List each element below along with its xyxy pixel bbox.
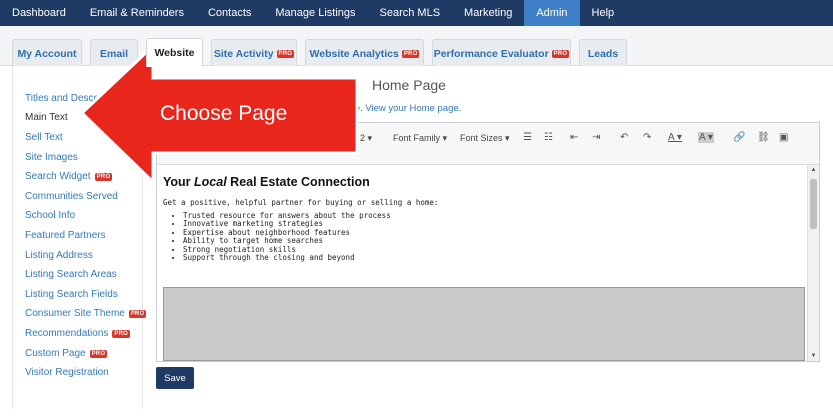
nav-admin[interactable]: Admin: [524, 0, 580, 26]
tab-label: Website: [154, 47, 195, 59]
unlink-icon[interactable]: ⛓: [757, 132, 770, 143]
sidebar-item-school-info[interactable]: School Info: [25, 210, 75, 221]
sidebar-item-custom-page[interactable]: Custom Page PRO: [25, 348, 108, 359]
sidebar-item-label: Recommendations: [25, 328, 109, 339]
list-item: Support through the closing and beyond: [183, 253, 391, 262]
sidebar-item-search-widget[interactable]: Search Widget PRO: [25, 171, 113, 182]
sidebar-item-label: Site Images: [25, 152, 78, 163]
sidebar-item-titles[interactable]: Titles and Descr: [25, 93, 97, 104]
content-intro: Get a positive, helpful partner for buyi…: [163, 198, 439, 207]
sidebar-item-label: Listing Search Areas: [25, 269, 117, 280]
tab-site-activity[interactable]: Site Activity PRO: [211, 39, 297, 67]
content-bullet-list: Trusted resource for answers about the p…: [177, 211, 391, 262]
sidebar: Titles and Descr Main Text Sell Text Sit…: [13, 66, 147, 409]
content-heading-part: Real Estate Connection: [226, 175, 370, 189]
content-heading-part: Your: [163, 175, 195, 189]
tab-label: Leads: [587, 47, 619, 60]
page-description: bsite. View your Home page.: [340, 103, 461, 114]
sidebar-item-label: Main Text: [25, 112, 68, 123]
tab-website-analytics[interactable]: Website Analytics PRO: [305, 39, 424, 67]
sidebar-item-label: Sell Text: [25, 132, 63, 143]
app-root: Dashboard Email & Reminders Contacts Man…: [0, 0, 833, 419]
sidebar-item-site-images[interactable]: Site Images: [25, 152, 78, 163]
callout-label: Choose Page: [160, 102, 288, 125]
tab-bar: My Account Email Website Site Activity PR…: [0, 26, 833, 67]
save-button[interactable]: Save: [156, 367, 194, 389]
page-title: Home Page: [372, 77, 446, 93]
top-nav: Dashboard Email & Reminders Contacts Man…: [0, 0, 833, 26]
pro-badge: PRO: [128, 309, 147, 318]
link-icon[interactable]: 🔗: [733, 132, 745, 143]
tab-label: My Account: [17, 47, 77, 60]
image-icon[interactable]: ▣: [779, 132, 788, 143]
sidebar-item-label: Custom Page: [25, 348, 86, 359]
tab-leads[interactable]: Leads: [579, 39, 627, 67]
rich-text-editor: 2 ▾ Font Family ▾ Font Sizes ▾ ☰ ☷ ⇤ ⇥ ↶…: [156, 122, 820, 362]
editor-content[interactable]: Your Local Real Estate Connection Get a …: [157, 165, 807, 361]
sidebar-item-label: Listing Search Fields: [25, 289, 118, 300]
sidebar-item-label: School Info: [25, 210, 76, 221]
sidebar-item-recommendations[interactable]: Recommendations PRO: [25, 328, 130, 339]
tab-label: Site Activity: [213, 47, 274, 60]
pro-badge: PRO: [276, 49, 295, 58]
heading-select[interactable]: 2 ▾: [360, 133, 372, 144]
pro-badge: PRO: [112, 329, 130, 338]
numbered-list-icon[interactable]: ☷: [544, 132, 553, 143]
editor-toolbar: 2 ▾ Font Family ▾ Font Sizes ▾ ☰ ☷ ⇤ ⇥ ↶…: [157, 123, 819, 165]
content-heading: Your Local Real Estate Connection: [163, 175, 370, 189]
view-home-page-link[interactable]: View your Home page.: [365, 103, 461, 114]
sidebar-item-featured-partners[interactable]: Featured Partners: [25, 230, 106, 241]
pro-badge: PRO: [401, 49, 420, 58]
tab-my-account[interactable]: My Account: [12, 39, 82, 67]
tab-email[interactable]: Email: [90, 39, 138, 67]
tab-website[interactable]: Website: [146, 38, 203, 67]
background-color-icon[interactable]: A ▾: [698, 132, 714, 143]
tab-label: Email: [99, 47, 128, 60]
sidebar-item-listing-address[interactable]: Listing Address: [25, 250, 93, 261]
tab-performance-evaluator[interactable]: Performance Evaluator PRO: [432, 39, 571, 67]
nav-dashboard[interactable]: Dashboard: [0, 0, 78, 26]
scroll-thumb[interactable]: [810, 179, 817, 229]
sidebar-item-label: Visitor Registration: [25, 367, 109, 378]
undo-icon[interactable]: ↶: [620, 132, 628, 143]
sidebar-item-communities-served[interactable]: Communities Served: [25, 191, 118, 202]
pro-badge: PRO: [94, 172, 113, 181]
indent-icon[interactable]: ⇥: [592, 132, 600, 143]
pro-badge: PRO: [89, 349, 108, 358]
sidebar-item-consumer-site-theme[interactable]: Consumer Site Theme PRO: [25, 308, 147, 319]
scroll-up-arrow-icon[interactable]: ▲: [808, 165, 819, 175]
scroll-down-arrow-icon[interactable]: ▼: [808, 351, 819, 361]
sidebar-item-main-text[interactable]: Main Text: [25, 112, 68, 123]
font-sizes-select[interactable]: Font Sizes ▾: [460, 133, 510, 144]
text-color-icon[interactable]: A ▾: [668, 132, 682, 143]
redo-icon[interactable]: ↷: [643, 132, 651, 143]
sidebar-item-visitor-registration[interactable]: Visitor Registration: [25, 367, 109, 378]
sidebar-item-listing-search-fields[interactable]: Listing Search Fields: [25, 289, 118, 300]
sidebar-item-label: Titles and Descr: [25, 93, 97, 104]
nav-email-reminders[interactable]: Email & Reminders: [78, 0, 196, 26]
sidebar-item-label: Listing Address: [25, 250, 93, 261]
font-family-select[interactable]: Font Family ▾: [393, 133, 447, 144]
pro-badge: PRO: [551, 49, 570, 58]
sidebar-item-label: Consumer Site Theme: [25, 308, 125, 319]
nav-contacts[interactable]: Contacts: [196, 0, 263, 26]
sidebar-item-label: Featured Partners: [25, 230, 106, 241]
tab-label: Website Analytics: [309, 47, 399, 60]
nav-manage-listings[interactable]: Manage Listings: [263, 0, 367, 26]
nav-search-mls[interactable]: Search MLS: [368, 0, 453, 26]
image-placeholder: [163, 287, 805, 361]
nav-marketing[interactable]: Marketing: [452, 0, 524, 26]
outdent-icon[interactable]: ⇤: [570, 132, 578, 143]
sidebar-item-label: Search Widget: [25, 171, 91, 182]
sidebar-item-label: Communities Served: [25, 191, 118, 202]
description-text: bsite.: [340, 103, 363, 114]
editor-scrollbar[interactable]: ▲ ▼: [807, 165, 819, 361]
sidebar-item-listing-search-areas[interactable]: Listing Search Areas: [25, 269, 117, 280]
bullet-list-icon[interactable]: ☰: [523, 132, 532, 143]
nav-help[interactable]: Help: [580, 0, 627, 26]
tab-label: Performance Evaluator: [433, 47, 549, 60]
content-heading-emphasis: Local: [194, 175, 227, 189]
sidebar-item-sell-text[interactable]: Sell Text: [25, 132, 63, 143]
